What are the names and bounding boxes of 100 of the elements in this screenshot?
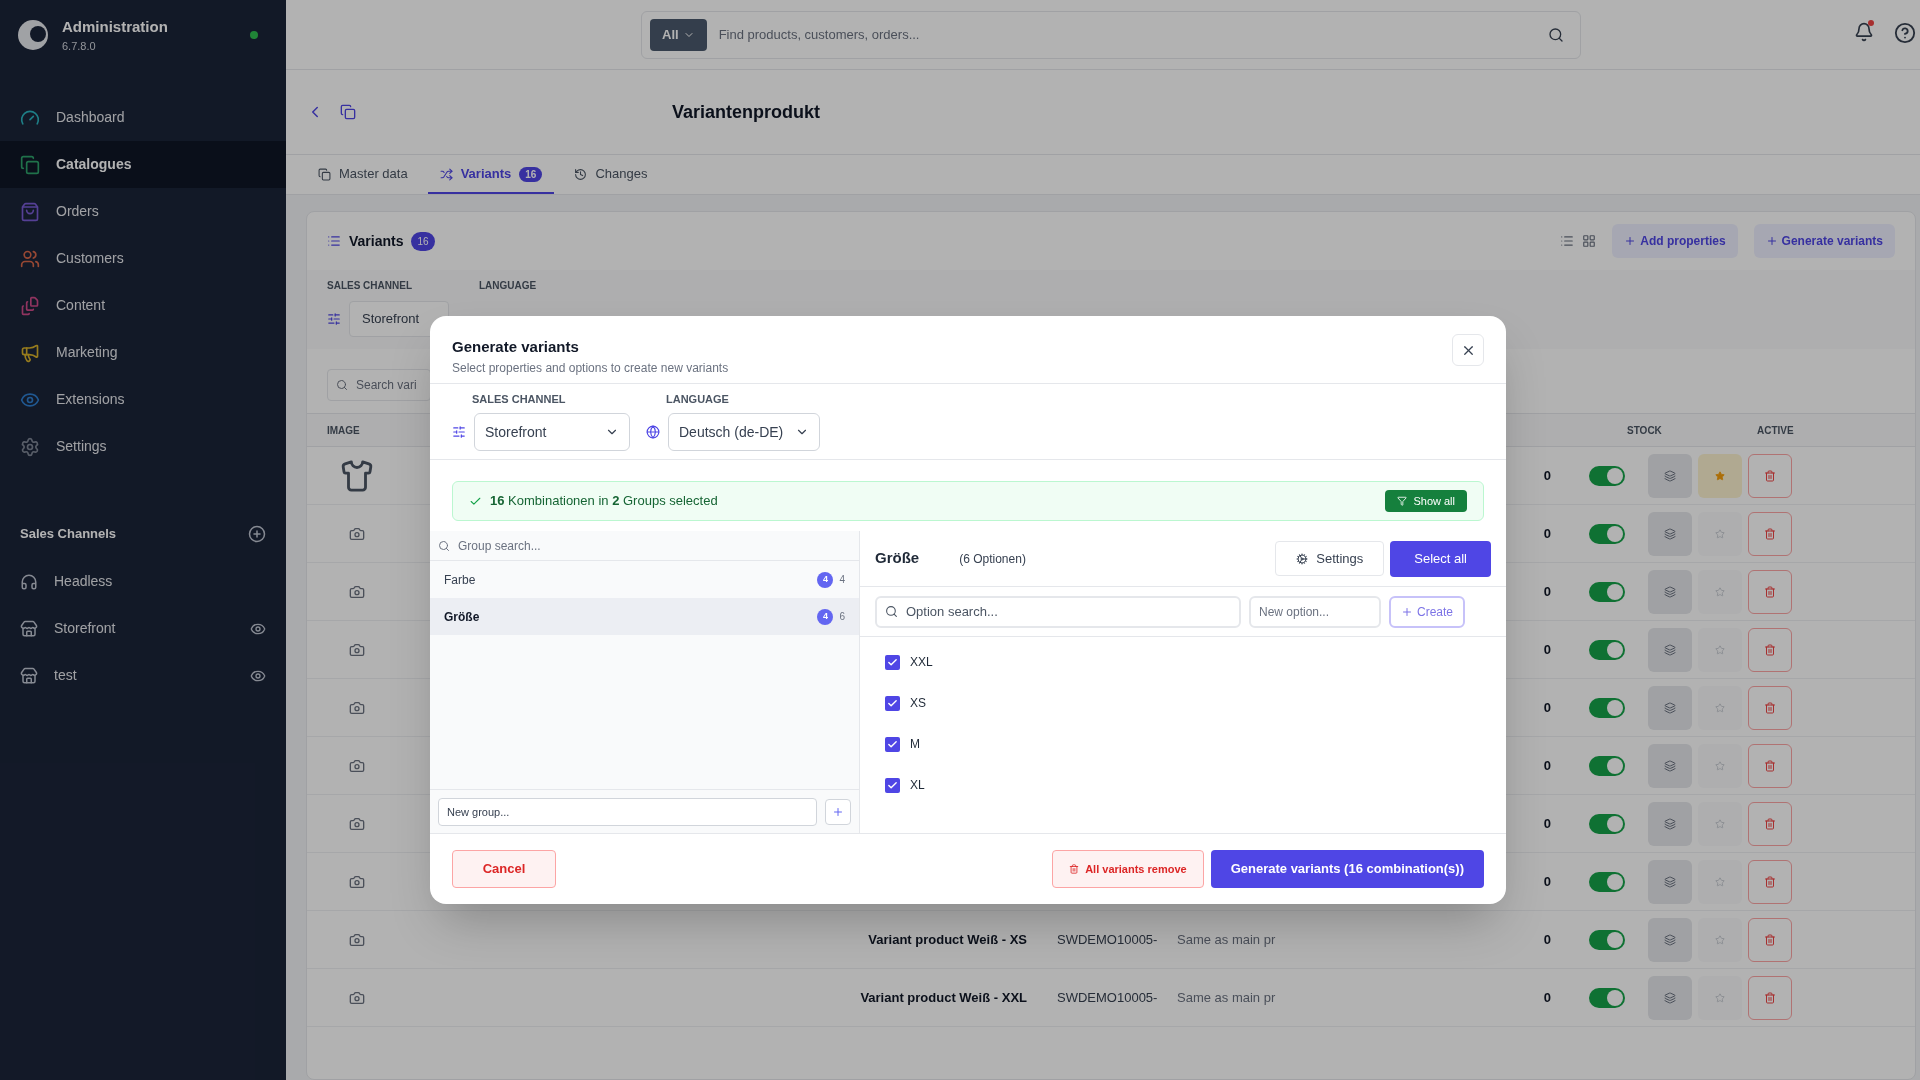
main-variant-button[interactable] bbox=[1698, 859, 1742, 904]
main-variant-button[interactable] bbox=[1698, 453, 1742, 498]
nav-item[interactable]: Extensions bbox=[0, 376, 286, 423]
main-variant-button[interactable] bbox=[1698, 627, 1742, 672]
active-toggle[interactable] bbox=[1589, 929, 1625, 950]
stock-cell-text: 0 bbox=[1542, 756, 1551, 775]
add-icon[interactable] bbox=[248, 525, 266, 543]
channel-item[interactable]: Headless bbox=[0, 558, 286, 605]
option-search-field[interactable]: Option search... bbox=[875, 595, 1241, 628]
delete-button[interactable] bbox=[1748, 975, 1792, 1020]
grid-view-icon[interactable] bbox=[1582, 234, 1597, 248]
edit-button[interactable] bbox=[1648, 801, 1692, 846]
nav-item[interactable]: Dashboard bbox=[0, 94, 286, 141]
close-button[interactable] bbox=[1452, 334, 1484, 366]
settings-button[interactable]: Settings bbox=[1275, 541, 1385, 576]
active-toggle[interactable] bbox=[1589, 523, 1625, 544]
channel-select[interactable]: Storefront bbox=[349, 301, 449, 337]
list-view-icon[interactable] bbox=[1560, 234, 1575, 248]
edit-button[interactable] bbox=[1648, 569, 1692, 614]
edit-button[interactable] bbox=[1648, 511, 1692, 556]
nav-item[interactable]: Orders bbox=[0, 188, 286, 235]
delete-button[interactable] bbox=[1748, 627, 1792, 672]
active-toggle[interactable] bbox=[1589, 697, 1625, 718]
summary-text: 16 Kombinationen in 2 Groups selected bbox=[490, 492, 718, 511]
active-toggle[interactable] bbox=[1589, 871, 1625, 892]
copy-icon[interactable] bbox=[340, 104, 356, 120]
edit-button[interactable] bbox=[1648, 685, 1692, 730]
delete-button[interactable] bbox=[1748, 569, 1792, 614]
edit-button[interactable] bbox=[1648, 743, 1692, 788]
cancel-button[interactable]: Cancel bbox=[452, 850, 556, 888]
main-variant-button[interactable] bbox=[1698, 743, 1742, 788]
nav-item[interactable]: Customers bbox=[0, 235, 286, 282]
card-title: Variants bbox=[349, 231, 404, 251]
history-icon bbox=[574, 167, 588, 181]
scope-dropdown[interactable]: All bbox=[650, 18, 707, 51]
star-icon bbox=[1715, 818, 1725, 829]
active-toggle[interactable] bbox=[1589, 987, 1625, 1008]
nav-item[interactable]: Marketing bbox=[0, 329, 286, 376]
main-variant-button[interactable] bbox=[1698, 569, 1742, 614]
main-variant-button[interactable] bbox=[1698, 511, 1742, 556]
edit-button[interactable] bbox=[1648, 917, 1692, 962]
main-variant-button[interactable] bbox=[1698, 975, 1742, 1020]
show-all-button[interactable]: Show all bbox=[1385, 490, 1467, 512]
active-toggle[interactable] bbox=[1589, 813, 1625, 834]
delete-button[interactable] bbox=[1748, 511, 1792, 556]
checkbox[interactable] bbox=[885, 654, 900, 670]
new-option-field[interactable]: New option... bbox=[1249, 595, 1381, 628]
checkbox[interactable] bbox=[885, 777, 900, 793]
language-select[interactable]: Deutsch (de-DE) bbox=[668, 413, 821, 451]
active-toggle[interactable] bbox=[1589, 639, 1625, 660]
filter-icon bbox=[1397, 496, 1408, 506]
nav-item[interactable]: Content bbox=[0, 282, 286, 329]
generate-button[interactable]: Generate variants (16 combination(s)) bbox=[1210, 850, 1484, 888]
edit-button[interactable] bbox=[1648, 453, 1692, 498]
delete-button[interactable] bbox=[1748, 801, 1792, 846]
list-icon bbox=[327, 234, 341, 248]
channel-select[interactable]: Storefront bbox=[474, 413, 630, 451]
add-group-button[interactable] bbox=[825, 798, 851, 825]
action-button[interactable]: Add properties bbox=[1612, 224, 1738, 258]
search-icon[interactable] bbox=[1548, 26, 1564, 43]
delete-button[interactable] bbox=[1748, 743, 1792, 788]
delete-button[interactable] bbox=[1748, 917, 1792, 962]
search-field[interactable]: All Find products, customers, orders... bbox=[641, 10, 1581, 59]
tab[interactable]: Variants 16 bbox=[427, 156, 555, 194]
help-icon[interactable] bbox=[1894, 22, 1916, 44]
channel-item[interactable]: test bbox=[0, 652, 286, 699]
section-title: Sales Channels bbox=[20, 525, 117, 544]
active-toggle[interactable] bbox=[1589, 581, 1625, 602]
remove-all-button[interactable]: All variants remove bbox=[1052, 850, 1204, 888]
active-toggle[interactable] bbox=[1589, 465, 1625, 486]
edit-button[interactable] bbox=[1648, 627, 1692, 672]
select-all-button[interactable]: Select all bbox=[1390, 540, 1491, 577]
edit-button[interactable] bbox=[1648, 975, 1692, 1020]
new-group-field[interactable]: New group... bbox=[438, 797, 817, 826]
trash-icon bbox=[1764, 701, 1776, 714]
delete-button[interactable] bbox=[1748, 685, 1792, 730]
notification-button[interactable] bbox=[1854, 22, 1874, 44]
group-search-field[interactable]: Group search... bbox=[430, 531, 859, 561]
delete-button[interactable] bbox=[1748, 453, 1792, 498]
main-variant-button[interactable] bbox=[1698, 917, 1742, 962]
channel-item[interactable]: Storefront bbox=[0, 605, 286, 652]
checkbox[interactable] bbox=[885, 695, 900, 711]
edit-button[interactable] bbox=[1648, 859, 1692, 904]
tab[interactable]: Master data bbox=[306, 156, 420, 194]
tab[interactable]: Changes bbox=[562, 156, 660, 194]
group-item[interactable]: Größe 4 6 bbox=[430, 598, 859, 635]
checkbox[interactable] bbox=[885, 736, 900, 752]
star-icon bbox=[1715, 586, 1725, 597]
group-item[interactable]: Farbe 4 4 bbox=[430, 561, 859, 598]
main-variant-button[interactable] bbox=[1698, 801, 1742, 846]
delete-button[interactable] bbox=[1748, 859, 1792, 904]
nav-item[interactable]: Settings bbox=[0, 423, 286, 470]
create-button[interactable]: Create bbox=[1389, 595, 1466, 628]
trash-icon bbox=[1069, 864, 1080, 874]
main-variant-button[interactable] bbox=[1698, 685, 1742, 730]
option-count: (6 Optionen) bbox=[959, 550, 1026, 568]
star-icon bbox=[1715, 876, 1725, 887]
active-toggle[interactable] bbox=[1589, 755, 1625, 776]
nav-item[interactable]: Catalogues bbox=[0, 141, 286, 188]
action-button[interactable]: Generate variants bbox=[1753, 224, 1895, 258]
